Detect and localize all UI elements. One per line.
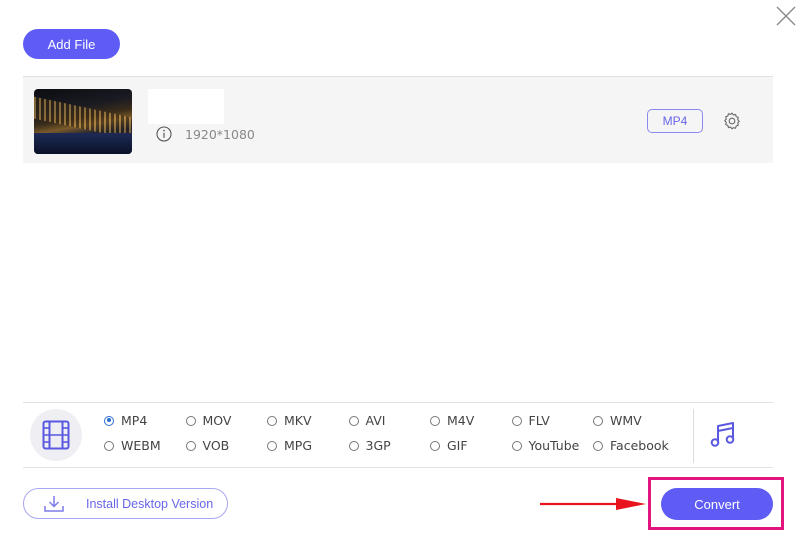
- radio[interactable]: [593, 440, 603, 451]
- file-info: 1920*1080: [156, 126, 255, 142]
- convert-button[interactable]: Convert: [661, 488, 773, 520]
- install-desktop-button[interactable]: Install Desktop Version: [23, 488, 228, 519]
- radio[interactable]: [267, 415, 277, 426]
- radio[interactable]: [104, 440, 114, 451]
- close-icon[interactable]: [774, 4, 798, 28]
- video-format-tab[interactable]: [30, 409, 82, 461]
- radio[interactable]: [430, 440, 440, 451]
- radio-selected[interactable]: [104, 415, 114, 426]
- format-option-youtube[interactable]: YouTube: [511, 436, 594, 455]
- file-row: 1920*1080 MP4: [23, 77, 773, 163]
- radio[interactable]: [511, 415, 522, 426]
- radio[interactable]: [348, 440, 359, 451]
- format-options: MP4 MOV MKV AVI M4V FLV WMV WEBM VOB MPG…: [104, 411, 675, 455]
- info-icon[interactable]: [156, 126, 172, 142]
- radio[interactable]: [267, 440, 277, 451]
- resolution-text: 1920*1080: [185, 126, 255, 142]
- format-panel: MP4 MOV MKV AVI M4V FLV WMV WEBM VOB MPG…: [23, 402, 773, 468]
- file-name: [148, 89, 224, 124]
- format-option-m4v[interactable]: M4V: [430, 411, 512, 430]
- add-file-button[interactable]: Add File: [23, 29, 120, 59]
- format-option-flv[interactable]: FLV: [511, 411, 594, 430]
- format-option-facebook[interactable]: Facebook: [593, 436, 675, 455]
- film-icon: [42, 420, 70, 450]
- video-thumbnail: [34, 89, 132, 154]
- radio[interactable]: [430, 415, 440, 426]
- format-option-mpg[interactable]: MPG: [267, 436, 349, 455]
- divider: [693, 409, 694, 463]
- output-format-button[interactable]: MP4: [647, 109, 703, 133]
- music-note-icon[interactable]: [709, 419, 739, 449]
- format-option-gif[interactable]: GIF: [430, 436, 512, 455]
- format-option-mov[interactable]: MOV: [185, 411, 268, 430]
- format-option-wmv[interactable]: WMV: [593, 411, 675, 430]
- download-icon: [44, 495, 64, 512]
- radio[interactable]: [511, 440, 522, 451]
- radio[interactable]: [185, 440, 196, 451]
- radio[interactable]: [185, 415, 196, 426]
- gear-icon[interactable]: [722, 111, 742, 131]
- format-option-mkv[interactable]: MKV: [267, 411, 349, 430]
- format-option-webm[interactable]: WEBM: [104, 436, 186, 455]
- file-list: 1920*1080 MP4: [23, 76, 773, 397]
- format-option-3gp[interactable]: 3GP: [348, 436, 431, 455]
- format-option-vob[interactable]: VOB: [185, 436, 268, 455]
- radio[interactable]: [593, 415, 603, 426]
- format-option-avi[interactable]: AVI: [348, 411, 431, 430]
- install-label: Install Desktop Version: [86, 496, 214, 511]
- annotation-arrow-icon: [540, 498, 646, 510]
- format-option-mp4[interactable]: MP4: [104, 411, 186, 430]
- radio[interactable]: [348, 415, 359, 426]
